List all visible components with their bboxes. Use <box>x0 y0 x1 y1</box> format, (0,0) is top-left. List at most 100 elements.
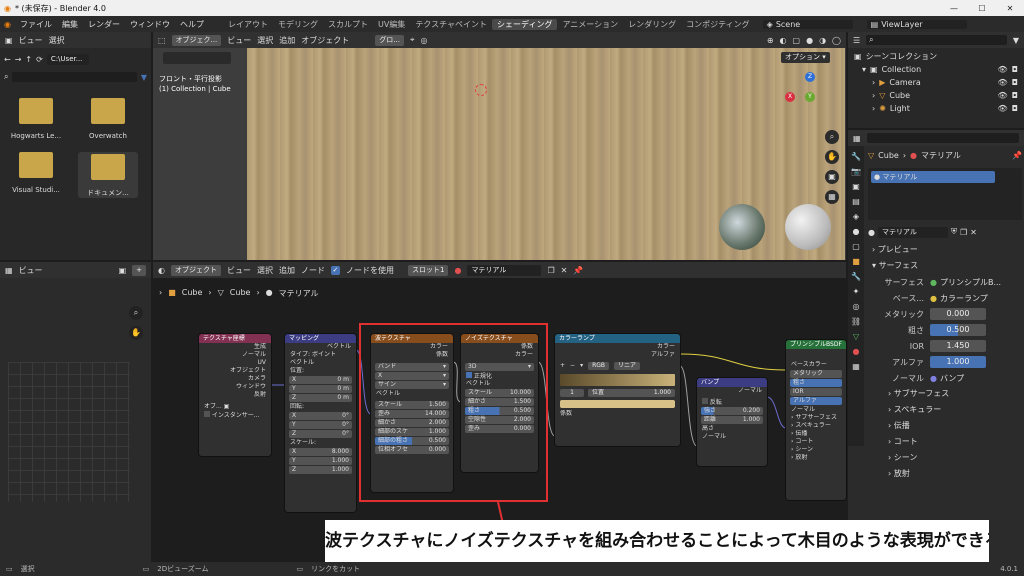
viewport-menu-select[interactable]: 選択 <box>257 35 273 46</box>
proportional-icon[interactable]: ◎ <box>420 36 427 45</box>
filter-icon[interactable]: ▼ <box>1013 36 1019 45</box>
menu-help[interactable]: ヘルプ <box>175 19 209 30</box>
folder-item[interactable]: Visual Studi... <box>6 152 66 198</box>
outliner-row-cube[interactable]: › ▽ Cube 👁 ◘ <box>854 89 1018 102</box>
tool-tab-icon[interactable]: 🔧 <box>851 152 861 161</box>
axis-z[interactable]: Z <box>805 72 815 82</box>
image-editor[interactable]: ▦ ビュー ▣ + ⌕ ✋ <box>0 262 151 562</box>
material-tab-icon[interactable]: ● <box>853 347 860 356</box>
physics-tab-icon[interactable]: ◎ <box>853 302 860 311</box>
visibility-icon[interactable]: 👁 <box>998 76 1008 89</box>
scene-tab-icon[interactable]: ◈ <box>853 212 859 221</box>
camera-render-icon[interactable]: ◘ <box>1012 63 1018 76</box>
close-button[interactable]: ✕ <box>996 4 1024 13</box>
pan-icon[interactable]: ✋ <box>825 150 839 164</box>
ior-field[interactable]: 1.450 <box>930 340 986 352</box>
material-slot-item[interactable]: ● マテリアル <box>871 171 995 183</box>
expand-icon[interactable]: › <box>872 76 875 89</box>
viewport-gizmo-icon[interactable]: ⊕ <box>767 36 774 45</box>
outliner-row-collection[interactable]: ▾ ▣ Collection 👁 ◘ <box>854 63 1018 76</box>
duplicate-icon[interactable]: ❐ <box>960 228 967 237</box>
roughness-field[interactable]: 0.500 <box>930 324 986 336</box>
collection-tab-icon[interactable]: ▢ <box>852 242 860 251</box>
expand-icon[interactable]: › <box>872 102 875 115</box>
viewport-menu-add[interactable]: 追加 <box>279 35 295 46</box>
new-image-button[interactable]: + <box>132 264 146 276</box>
surface-shader-value[interactable]: プリンシプルB... <box>940 277 1001 288</box>
folder-item[interactable]: Overwatch <box>78 98 138 140</box>
file-menu-select[interactable]: 選択 <box>49 35 65 46</box>
tab-compositing[interactable]: コンポジティング <box>681 19 755 30</box>
view-layer-tab-icon[interactable]: ▤ <box>852 197 860 206</box>
zoom-icon[interactable]: ⌕ <box>129 306 143 320</box>
world-tab-icon[interactable]: ● <box>853 227 860 236</box>
editor-type-icon[interactable]: ☰ <box>853 36 860 45</box>
viewport-options[interactable]: オプション ▾ <box>781 52 830 63</box>
file-menu-view[interactable]: ビュー <box>19 35 43 46</box>
properties-search-input[interactable] <box>866 133 1019 143</box>
scene-collection-row[interactable]: ▣ シーンコレクション <box>854 50 1018 63</box>
viewport-menu-view[interactable]: ビュー <box>227 35 251 46</box>
maximize-button[interactable]: ☐ <box>968 4 996 13</box>
expand-icon[interactable]: ▾ <box>862 63 866 76</box>
refresh-icon[interactable]: ⟳ <box>36 55 43 64</box>
tool-selector[interactable] <box>163 52 231 64</box>
mode-selector[interactable]: オブジェク... <box>171 34 222 46</box>
editor-type-icon[interactable]: ▦ <box>853 134 861 143</box>
transform-orientation[interactable]: グロ... <box>375 34 404 46</box>
visibility-icon[interactable]: 👁 <box>998 89 1008 102</box>
viewlayer-selector[interactable]: ▤ ViewLayer <box>866 19 967 29</box>
navigation-gizmo[interactable]: Z Y X <box>785 72 835 122</box>
tab-rendering[interactable]: レンダリング <box>623 19 681 30</box>
shading-material-icon[interactable]: ◑ <box>819 36 826 45</box>
pan-icon[interactable]: ✋ <box>129 326 143 340</box>
menu-file[interactable]: ファイル <box>15 19 57 30</box>
blender-menu-icon[interactable]: ◉ <box>0 20 15 29</box>
outliner-row-camera[interactable]: › ▶ Camera 👁 ◘ <box>854 76 1018 89</box>
editor-type-icon[interactable]: ▣ <box>5 36 13 45</box>
texture-tab-icon[interactable]: ▦ <box>852 362 860 371</box>
output-tab-icon[interactable]: ▣ <box>852 182 860 191</box>
section-sheen[interactable]: › シーン <box>868 450 1022 466</box>
data-tab-icon[interactable]: ▽ <box>853 332 859 341</box>
visibility-icon[interactable]: 👁 <box>998 63 1008 76</box>
expand-icon[interactable]: › <box>872 89 875 102</box>
tab-sculpt[interactable]: スカルプト <box>323 19 373 30</box>
particles-tab-icon[interactable]: ✦ <box>853 287 860 296</box>
shader-node-editor[interactable]: ◐ オブジェクト ビュー 選択 追加 ノード ✓ ノードを使用 スロット1 ● … <box>153 262 846 562</box>
constraints-tab-icon[interactable]: ⛓ <box>851 317 861 326</box>
fake-user-icon[interactable]: ⛨ <box>951 227 957 237</box>
material-browse-icon[interactable]: ● <box>868 228 875 237</box>
render-tab-icon[interactable]: 📷 <box>851 167 861 176</box>
folder-item[interactable]: Hogwarts Le... <box>6 98 66 140</box>
outliner-row-light[interactable]: › ✺ Light 👁 ◘ <box>854 102 1018 115</box>
forward-icon[interactable]: → <box>15 55 22 64</box>
editor-type-icon[interactable]: ▦ <box>5 266 13 275</box>
camera-render-icon[interactable]: ◘ <box>1012 89 1018 102</box>
axis-x[interactable]: X <box>785 92 795 102</box>
minimize-button[interactable]: — <box>940 4 968 13</box>
grid-view-icon[interactable]: ▦ <box>825 190 839 204</box>
metallic-field[interactable]: 0.000 <box>930 308 986 320</box>
xray-icon[interactable]: ▢ <box>793 36 801 45</box>
filter-icon[interactable]: ▼ <box>141 73 147 82</box>
tab-shading[interactable]: シェーディング <box>492 18 558 30</box>
section-preview[interactable]: › プレビュー <box>868 242 1022 258</box>
tab-layout[interactable]: レイアウト <box>223 19 273 30</box>
pin-icon[interactable]: 📌 <box>1012 151 1022 160</box>
camera-render-icon[interactable]: ◘ <box>1012 76 1018 89</box>
file-search-input[interactable] <box>12 72 137 82</box>
shading-rendered-icon[interactable]: ◯ <box>832 36 841 45</box>
menu-window[interactable]: ウィンドウ <box>125 19 175 30</box>
visibility-icon[interactable]: 👁 <box>998 102 1008 115</box>
shading-solid-icon[interactable]: ● <box>806 36 813 45</box>
path-field[interactable]: C:\User... <box>46 53 89 65</box>
modifier-tab-icon[interactable]: 🔧 <box>851 272 861 281</box>
scene-selector[interactable]: ◈ Scene <box>762 19 853 29</box>
tab-texture-paint[interactable]: テクスチャペイント <box>410 19 492 30</box>
folder-item[interactable]: ドキュメン... <box>78 152 138 198</box>
overlay-icon[interactable]: ◐ <box>780 36 787 45</box>
section-subsurface[interactable]: › サブサーフェス <box>868 386 1022 402</box>
outliner-search-input[interactable]: ⌕ <box>866 35 1007 45</box>
section-surface[interactable]: ▾ サーフェス <box>868 258 1022 274</box>
